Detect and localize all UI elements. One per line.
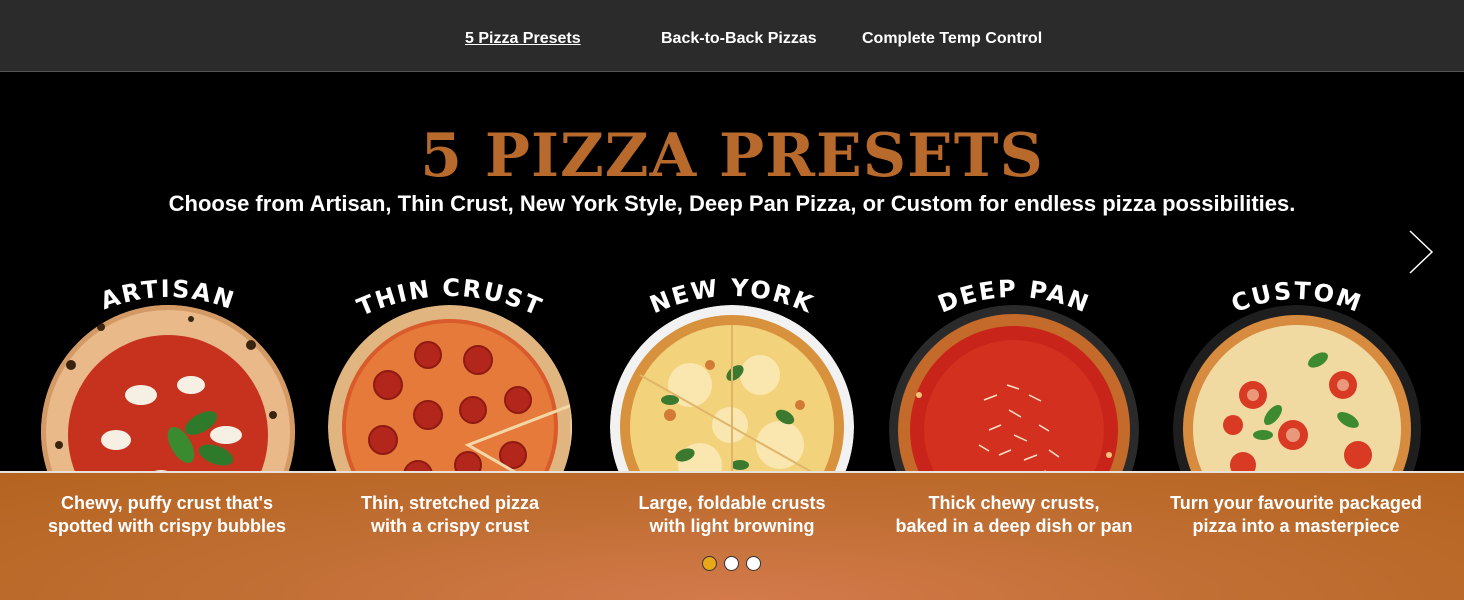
carousel-dot-3[interactable] — [746, 556, 761, 571]
captions-band: Chewy, puffy crust that's spotted with c… — [0, 471, 1464, 600]
nav-link-pizza-presets[interactable]: 5 Pizza Presets — [465, 30, 581, 48]
caption-line: pizza into a masterpiece — [1192, 516, 1400, 536]
caption-line: baked in a deep dish or pan — [895, 516, 1133, 536]
caption-line: Thin, stretched pizza — [360, 493, 540, 513]
nav-link-back-to-back-pizzas[interactable]: Back-to-Back Pizzas — [661, 30, 817, 48]
caption-deep-pan: Thick chewy crusts, baked in a deep dish… — [874, 492, 1154, 538]
hero-section: 5 PIZZA PRESETS Choose from Artisan, Thi… — [0, 73, 1464, 559]
hero-subtitle: Choose from Artisan, Thin Crust, New Yor… — [168, 191, 1296, 216]
caption-line: Chewy, puffy crust that's — [61, 493, 273, 513]
top-navigation: 5 Pizza Presets Back-to-Back Pizzas Comp… — [0, 0, 1464, 72]
carousel-dot-2[interactable] — [724, 556, 739, 571]
caption-line: spotted with crispy bubbles — [47, 516, 287, 536]
caption-line: Large, foldable crusts — [638, 493, 826, 513]
caption-new-york: Large, foldable crusts with light browni… — [592, 492, 872, 538]
caption-line: Thick chewy crusts, — [928, 493, 1100, 513]
caption-line: Turn your favourite packaged — [1170, 493, 1422, 513]
caption-line: with light browning — [649, 516, 815, 536]
caption-thin-crust: Thin, stretched pizza with a crispy crus… — [310, 492, 590, 538]
nav-link-complete-temp-control[interactable]: Complete Temp Control — [862, 30, 1042, 48]
hero-title: 5 PIZZA PRESETS — [420, 121, 1044, 191]
carousel-dot-1[interactable] — [702, 556, 717, 571]
caption-artisan: Chewy, puffy crust that's spotted with c… — [27, 492, 307, 538]
caption-line: with a crispy crust — [370, 516, 530, 536]
caption-custom: Turn your favourite packaged pizza into … — [1156, 492, 1436, 538]
